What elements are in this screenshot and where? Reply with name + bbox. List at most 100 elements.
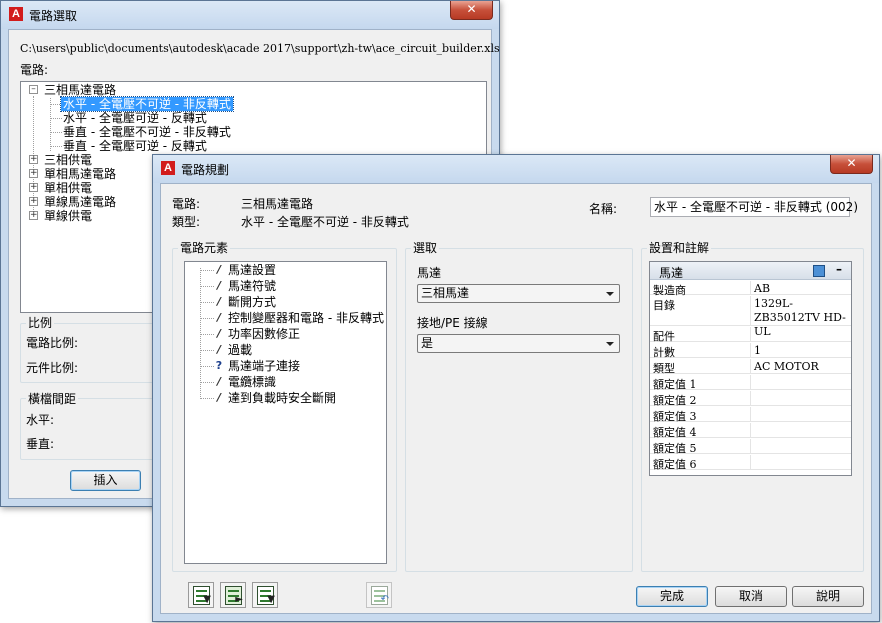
element-motor-setup[interactable]: 馬達設置 bbox=[228, 263, 276, 277]
close-button[interactable]: ✕ bbox=[830, 155, 873, 174]
tree-item-single-phase-supply[interactable]: 單相供電 bbox=[44, 181, 92, 195]
ground-dropdown-value: 是 bbox=[421, 336, 434, 350]
expander-plus-icon[interactable]: + bbox=[29, 211, 38, 220]
type-value: 水平 - 全電壓不可逆 - 非反轉式 bbox=[241, 215, 409, 229]
undo-button[interactable]: ↶ bbox=[366, 582, 392, 608]
property-row[interactable]: 額定值 2 bbox=[650, 391, 851, 407]
tree-item-single-line-motor[interactable]: 單線馬達電路 bbox=[44, 195, 116, 209]
expander-minus-icon[interactable]: – bbox=[29, 85, 38, 94]
element-power-factor[interactable]: 功率因數修正 bbox=[228, 327, 300, 341]
element-cable-marker[interactable]: 電纜標識 bbox=[228, 375, 276, 389]
property-value: AC MOTOR bbox=[754, 360, 819, 373]
chevron-down-icon bbox=[606, 292, 614, 296]
properties-header[interactable]: 馬達 – bbox=[650, 262, 851, 280]
settings-group-label: 設置和註解 bbox=[647, 239, 712, 256]
property-row[interactable]: 計數 1 bbox=[650, 343, 851, 359]
tree-item-three-phase-supply[interactable]: 三相供電 bbox=[44, 153, 92, 167]
chevron-down-icon bbox=[606, 342, 614, 346]
circuit-select-titlebar[interactable]: A 電路選取 ✕ bbox=[1, 1, 499, 29]
property-row[interactable]: 額定值 6 bbox=[650, 455, 851, 471]
ground-dropdown[interactable]: 是 bbox=[417, 334, 620, 353]
name-label: 名稱: bbox=[589, 202, 618, 216]
pencil-icon: / bbox=[216, 391, 222, 404]
element-overload[interactable]: 過載 bbox=[228, 343, 252, 357]
help-button[interactable]: 說明 bbox=[792, 586, 864, 607]
expander-plus-icon[interactable]: + bbox=[29, 197, 38, 206]
tree-item-single-phase-motor[interactable]: 單相馬達電路 bbox=[44, 167, 116, 181]
property-row[interactable]: 類型 AC MOTOR bbox=[650, 359, 851, 375]
component-scale-label: 元件比例: bbox=[26, 361, 79, 375]
expander-plus-icon[interactable]: + bbox=[29, 183, 38, 192]
property-name: 額定值 6 bbox=[653, 458, 697, 471]
tree-item-vertical-nonreversing[interactable]: 垂直 - 全電壓不可逆 - 非反轉式 bbox=[63, 125, 231, 139]
window-title: 電路規劃 bbox=[181, 163, 230, 177]
vertical-label: 垂直: bbox=[26, 437, 55, 451]
tree-item-single-line-supply[interactable]: 單線供電 bbox=[44, 209, 92, 223]
undo-arrow-icon: ↶ bbox=[380, 594, 389, 605]
arrow-down-icon: ▼ bbox=[203, 594, 211, 605]
property-name: 額定值 3 bbox=[653, 410, 697, 423]
circuit-label: 電路: bbox=[20, 63, 49, 77]
expander-plus-icon[interactable]: + bbox=[29, 169, 38, 178]
element-motor-terminal[interactable]: 馬達端子連接 bbox=[228, 359, 300, 373]
tree-item-horizontal-nonreversing[interactable]: 水平 - 全電壓不可逆 - 非反轉式 bbox=[60, 96, 234, 112]
name-input[interactable]: 水平 - 全電壓不可逆 - 非反轉式 (002) bbox=[650, 197, 858, 217]
property-name: 額定值 4 bbox=[653, 426, 697, 439]
element-control-transformer[interactable]: 控制變壓器和電路 - 非反轉式 bbox=[228, 311, 384, 325]
property-name: 額定值 5 bbox=[653, 442, 697, 455]
property-row[interactable]: 額定值 4 bbox=[650, 423, 851, 439]
property-row[interactable]: 額定值 1 bbox=[650, 375, 851, 391]
property-value: AB bbox=[754, 282, 771, 295]
autocad-logo-icon: A bbox=[9, 7, 23, 21]
circuit-config-titlebar[interactable]: A 電路規劃 ✕ bbox=[153, 155, 879, 183]
property-row[interactable]: 配件 bbox=[650, 327, 851, 343]
property-row[interactable]: 額定值 5 bbox=[650, 439, 851, 455]
element-safe-disconnect[interactable]: 達到負載時安全斷開 bbox=[228, 391, 336, 405]
tree-item-horizontal-reversing[interactable]: 水平 - 全電壓可逆 - 反轉式 bbox=[63, 111, 207, 125]
element-motor-symbol[interactable]: 馬達符號 bbox=[228, 279, 276, 293]
spacing-group-label: 橫檔間距 bbox=[26, 390, 79, 407]
property-row[interactable]: 製造商 AB bbox=[650, 281, 851, 297]
arrow-down-icon: ▼ bbox=[267, 594, 275, 605]
insert-button[interactable]: 插入 bbox=[70, 470, 141, 491]
motor-dropdown-value: 三相馬達 bbox=[421, 286, 470, 300]
cancel-button[interactable]: 取消 bbox=[715, 586, 787, 607]
collapse-icon[interactable]: – bbox=[836, 262, 842, 276]
pencil-icon: / bbox=[216, 375, 222, 388]
pencil-icon: / bbox=[216, 279, 222, 292]
finish-button[interactable]: 完成 bbox=[636, 586, 708, 607]
circuit-scale-label: 電路比例: bbox=[26, 336, 79, 350]
delete-config-button[interactable]: ▼ bbox=[252, 582, 278, 608]
properties-picker-icon[interactable] bbox=[813, 265, 825, 277]
property-row[interactable]: 目錄 1329L-ZB35012TV HD-UL bbox=[650, 296, 851, 338]
circuit-label: 電路: bbox=[172, 197, 201, 211]
element-disconnect-method[interactable]: 斷開方式 bbox=[228, 295, 276, 309]
save-config-button[interactable]: ► bbox=[220, 582, 246, 608]
pencil-icon: / bbox=[216, 263, 222, 276]
close-button[interactable]: ✕ bbox=[450, 1, 493, 20]
tree-item-three-phase-motor[interactable]: 三相馬達電路 bbox=[44, 83, 116, 97]
property-name: 配件 bbox=[653, 330, 675, 343]
arrow-right-icon: ► bbox=[235, 594, 243, 605]
load-config-button[interactable]: ▼ bbox=[188, 582, 214, 608]
expander-plus-icon[interactable]: + bbox=[29, 155, 38, 164]
scale-group-label: 比例 bbox=[26, 314, 55, 331]
type-label: 類型: bbox=[172, 215, 201, 229]
elements-tree[interactable]: / 馬達設置 / 馬達符號 / 斷開方式 / 控制變壓器和電路 - 非反轉式 /… bbox=[184, 261, 387, 564]
property-row[interactable]: 額定值 3 bbox=[650, 407, 851, 423]
properties-grid[interactable]: 馬達 – 製造商 AB 目錄 1329L-ZB35012TV HD-UL 配件 … bbox=[649, 261, 852, 476]
pencil-icon: / bbox=[216, 327, 222, 340]
properties-header-title: 馬達 bbox=[659, 266, 684, 280]
property-name: 目錄 bbox=[653, 299, 675, 312]
property-name: 計數 bbox=[653, 346, 675, 359]
ground-label: 接地/PE 接線 bbox=[417, 316, 488, 330]
tree-item-vertical-reversing[interactable]: 垂直 - 全電壓可逆 - 反轉式 bbox=[63, 139, 207, 153]
select-group-label: 選取 bbox=[411, 239, 440, 256]
horizontal-label: 水平: bbox=[26, 413, 55, 427]
property-value: 1 bbox=[754, 344, 761, 357]
pencil-icon: / bbox=[216, 343, 222, 356]
motor-dropdown[interactable]: 三相馬達 bbox=[417, 284, 620, 303]
circuit-value: 三相馬達電路 bbox=[241, 197, 314, 211]
pencil-icon: / bbox=[216, 295, 222, 308]
question-icon: ? bbox=[215, 359, 223, 372]
